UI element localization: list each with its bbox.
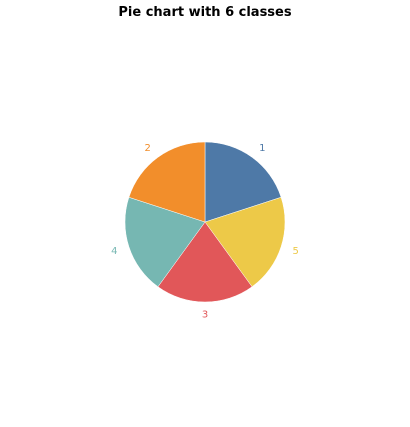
pie-label-3: 3 [202, 310, 208, 321]
pie-chart: Pie chart with 6 classes 1 5 3 4 2 [111, 5, 299, 321]
pie-label-1: 1 [259, 143, 265, 154]
pie-label-4: 4 [111, 246, 117, 257]
pie-label-2: 2 [145, 143, 151, 154]
chart-title: Pie chart with 6 classes [118, 5, 291, 20]
pie-slices [124, 141, 286, 303]
pie-label-5: 5 [293, 246, 299, 257]
